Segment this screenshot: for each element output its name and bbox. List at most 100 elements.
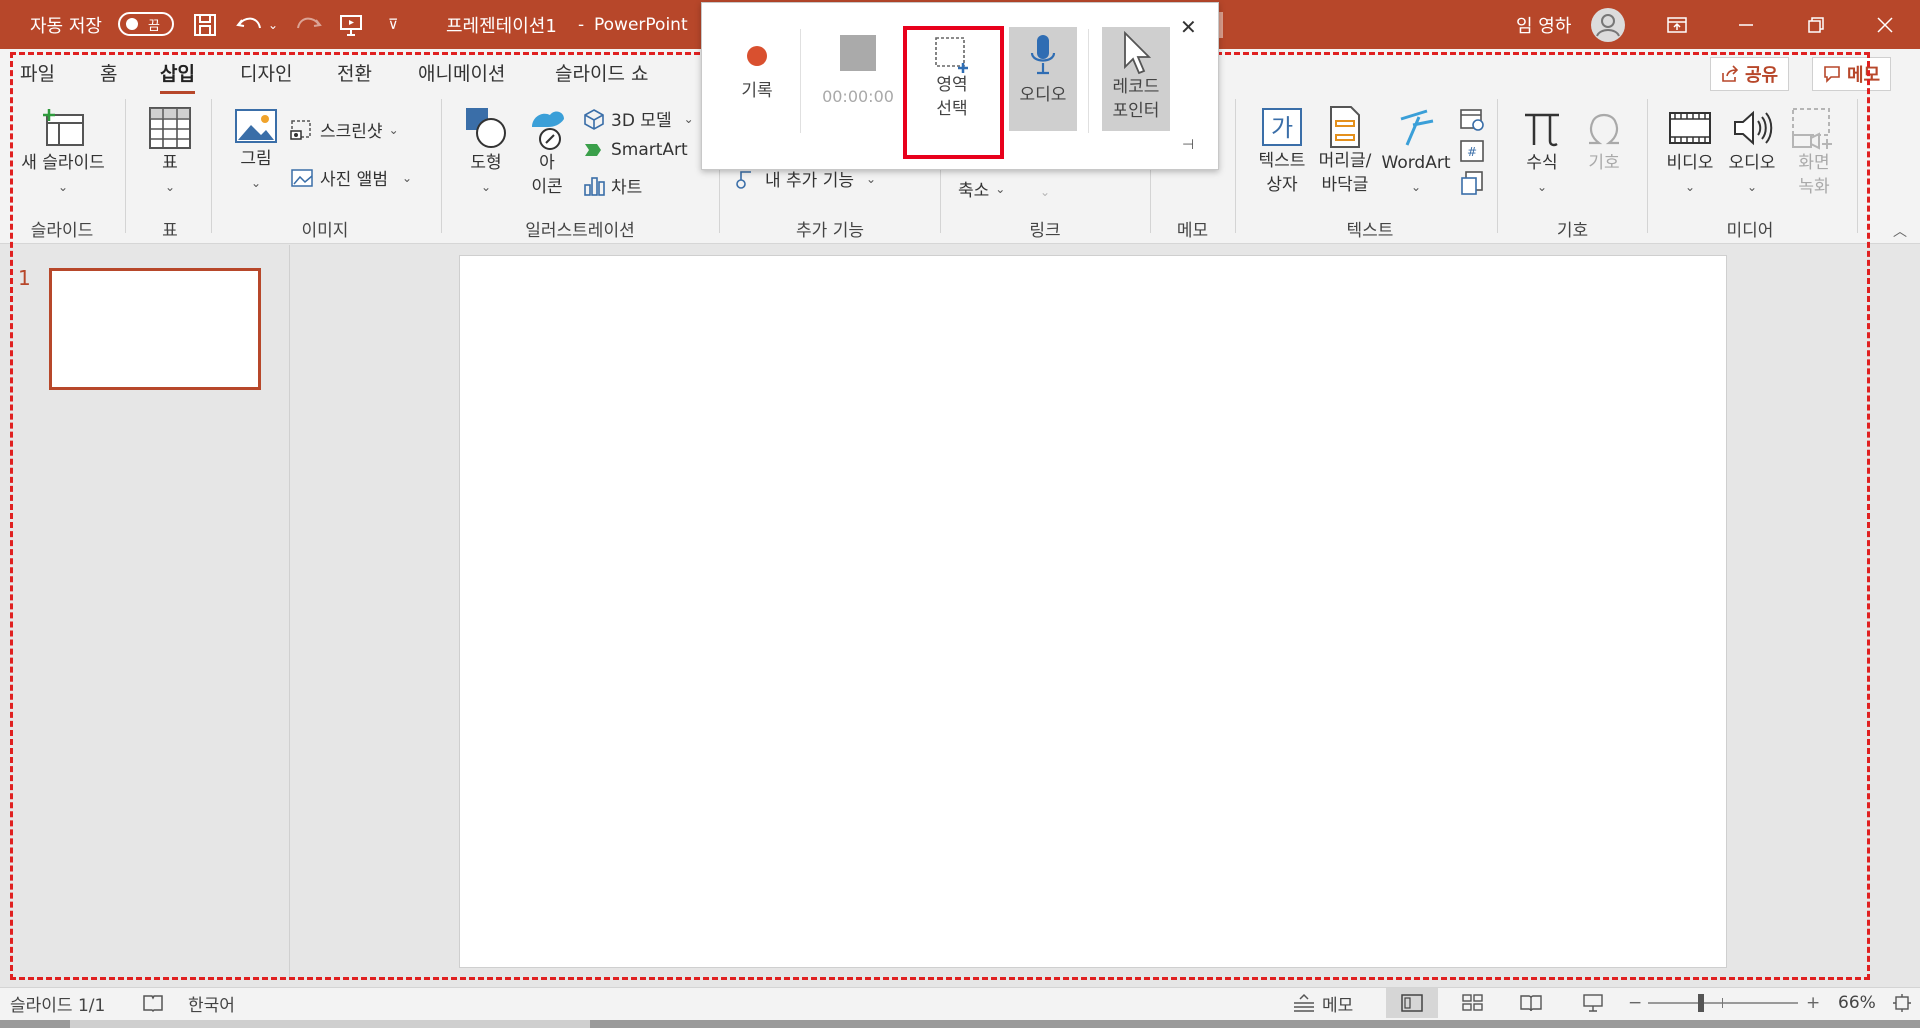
wordart-button[interactable]: WordArt ⌄	[1380, 105, 1452, 199]
record-button[interactable]: 기록	[722, 41, 792, 103]
chevron-down-icon: ⌄	[995, 181, 1006, 196]
audio-toggle-label: 오디오	[1019, 85, 1067, 105]
picture-button[interactable]: 그림 ⌄	[228, 107, 284, 195]
microphone-icon	[1030, 35, 1056, 75]
pointer-icon	[1124, 31, 1151, 75]
chevron-down-icon: ⌄	[164, 180, 176, 194]
link-dropdown[interactable]: ⌄	[1040, 185, 1050, 199]
shapes-icon	[466, 108, 506, 148]
tab-home[interactable]: 홈	[100, 59, 117, 86]
screenshot-button[interactable]: 스크린샷 ⌄	[290, 117, 399, 142]
tab-design[interactable]: 디자인	[240, 59, 292, 86]
powerpoint-window: 자동 저장 끔 ⌄ ⊽ 프레젠테이션1 - PowerPoint 임 영하 파일…	[0, 0, 1920, 1028]
zoom-level[interactable]: 66%	[1838, 988, 1876, 1018]
autosave-state: 끔	[148, 18, 160, 34]
video-button[interactable]: 비디오 ⌄	[1660, 105, 1720, 199]
zoom-slider-thumb[interactable]	[1698, 994, 1704, 1012]
table-label: 표	[162, 153, 178, 173]
zoom-slider-track	[1648, 994, 1798, 1012]
slide-canvas[interactable]	[459, 255, 1727, 968]
equation-button[interactable]: 수식 ⌄	[1516, 105, 1568, 199]
zoom-slider[interactable]	[1648, 988, 1798, 1018]
chart-button[interactable]: 차트	[583, 173, 642, 198]
close-recorder-icon[interactable]: ✕	[1180, 15, 1197, 39]
timer-label: 00:00:00	[822, 87, 894, 106]
photo-album-icon	[291, 168, 313, 187]
redo-icon[interactable]	[294, 0, 322, 49]
accessibility-icon[interactable]	[142, 988, 164, 1018]
restore-icon[interactable]	[1793, 0, 1839, 49]
normal-view-icon[interactable]	[1386, 988, 1438, 1018]
3d-model-button[interactable]: 3D 모델 ⌄	[583, 106, 694, 131]
zoom-in-icon[interactable]: +	[1806, 988, 1820, 1018]
equation-label: 수식	[1526, 153, 1558, 173]
group-divider	[1497, 99, 1498, 233]
minimize-icon[interactable]	[1723, 0, 1769, 49]
table-icon	[149, 107, 191, 149]
comment-icon	[1824, 66, 1840, 83]
record-pointer-button[interactable]: 레코드 포인터	[1102, 27, 1170, 131]
customize-qat-icon[interactable]: ⊽	[388, 0, 398, 49]
group-label-table: 표	[162, 221, 178, 241]
stop-icon	[840, 35, 876, 71]
stop-button[interactable]: 00:00:00	[812, 33, 904, 109]
collapse-ribbon-icon[interactable]: ︿	[1893, 221, 1907, 241]
group-label-comments: 메모	[1176, 221, 1209, 241]
group-label-images: 이미지	[301, 221, 349, 241]
tab-animations[interactable]: 애니메이션	[418, 59, 505, 86]
group-label-symbols: 기호	[1556, 221, 1589, 241]
slide-thumbnail[interactable]	[49, 268, 261, 390]
header-footer-button[interactable]: 머리글/ 바닥글	[1312, 105, 1378, 197]
symbol-button[interactable]: 기호	[1578, 105, 1630, 175]
save-icon[interactable]	[192, 0, 218, 49]
header-footer-label-bottom: 바닥글	[1321, 175, 1369, 195]
chevron-down-icon: ⌄	[250, 176, 262, 190]
slide-number-button[interactable]: #	[1456, 137, 1488, 165]
zoom-out-icon[interactable]: −	[1628, 988, 1642, 1018]
photo-album-button[interactable]: 사진 앨범 ⌄	[290, 165, 412, 190]
icons-icon	[532, 111, 564, 150]
smartart-button[interactable]: SmartArt	[583, 140, 688, 160]
tab-file[interactable]: 파일	[20, 59, 55, 86]
record-icon	[747, 46, 767, 66]
date-time-button[interactable]	[1456, 105, 1488, 133]
slideshow-view-icon[interactable]	[1582, 988, 1604, 1018]
new-slide-button[interactable]: 새 슬라이드 ⌄	[14, 107, 112, 199]
tab-transitions[interactable]: 전환	[337, 59, 372, 86]
group-divider	[1235, 99, 1236, 233]
ribbon-display-options-icon[interactable]	[1654, 0, 1700, 49]
zoom-button[interactable]: 축소 ⌄	[958, 176, 1005, 201]
icons-button[interactable]: 아 이콘	[522, 105, 572, 199]
slide-number: 1	[18, 266, 31, 290]
screen-recording-button[interactable]: 화면 녹화	[1784, 105, 1844, 199]
new-slide-label: 새 슬라이드	[21, 153, 105, 173]
tab-slideshow[interactable]: 슬라이드 쇼	[555, 59, 648, 86]
textbox-button[interactable]: 가 텍스트 상자	[1250, 105, 1314, 197]
avatar[interactable]	[1590, 0, 1626, 49]
notes-button[interactable]: 메모	[1292, 988, 1353, 1018]
slide-sorter-icon[interactable]	[1462, 988, 1484, 1018]
fit-to-window-icon[interactable]	[1892, 988, 1912, 1018]
pin-icon[interactable]: ⊣	[1182, 137, 1194, 153]
autosave-toggle[interactable]: 끔	[118, 12, 174, 36]
audio-button[interactable]: 오디오 ⌄	[1722, 105, 1782, 199]
comments-button[interactable]: 메모	[1812, 57, 1892, 91]
close-window-icon[interactable]	[1862, 0, 1908, 49]
scroll-thumb[interactable]	[70, 1020, 590, 1028]
tab-insert[interactable]: 삽입	[160, 59, 195, 94]
object-button[interactable]	[1456, 169, 1488, 197]
reading-view-icon[interactable]	[1520, 988, 1542, 1018]
table-button[interactable]: 표 ⌄	[142, 105, 198, 199]
autosave-label: 자동 저장	[30, 15, 102, 37]
undo-dropdown-icon[interactable]: ⌄	[268, 0, 278, 49]
share-button[interactable]: 공유	[1710, 57, 1790, 91]
chevron-down-icon: ⌄	[866, 171, 877, 186]
undo-icon[interactable]	[236, 0, 264, 49]
language[interactable]: 한국어	[188, 988, 235, 1018]
screen-recording-label-bottom: 녹화	[1798, 177, 1830, 197]
header-footer-icon	[1330, 106, 1360, 148]
audio-toggle-button[interactable]: 오디오	[1009, 27, 1077, 131]
chevron-down-icon: ⌄	[1536, 180, 1548, 194]
present-from-start-icon[interactable]	[338, 0, 364, 49]
shapes-button[interactable]: 도형 ⌄	[458, 105, 514, 199]
